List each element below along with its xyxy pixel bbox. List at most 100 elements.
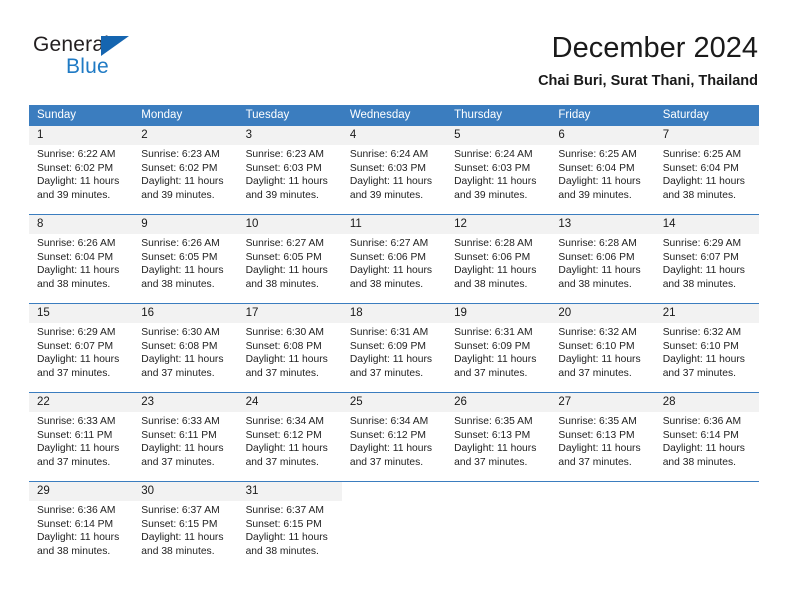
calendar-day-cell[interactable]: 13 Sunrise: 6:28 AM Sunset: 6:06 PM Dayl…: [550, 215, 655, 303]
day-number-band: 28: [654, 393, 759, 412]
calendar-day-cell[interactable]: 29 Sunrise: 6:36 AM Sunset: 6:14 PM Dayl…: [29, 482, 134, 570]
day-number: 19: [454, 307, 467, 319]
day-number: 30: [141, 485, 155, 497]
day-number-band: 13: [550, 215, 655, 234]
calendar-day-cell[interactable]: 1 Sunrise: 6:22 AM Sunset: 6:02 PM Dayli…: [29, 126, 134, 214]
calendar-day-cell[interactable]: 8 Sunrise: 6:26 AM Sunset: 6:04 PM Dayli…: [29, 215, 134, 303]
calendar-day-cell[interactable]: 3 Sunrise: 6:23 AM Sunset: 6:03 PM Dayli…: [237, 126, 342, 214]
day-info: Sunrise: 6:34 AM Sunset: 6:12 PM Dayligh…: [238, 412, 342, 469]
calendar-day-cell[interactable]: 18 Sunrise: 6:31 AM Sunset: 6:09 PM Dayl…: [341, 304, 447, 392]
calendar-day-cell[interactable]: 24 Sunrise: 6:34 AM Sunset: 6:12 PM Dayl…: [237, 393, 342, 481]
daylight-text-line2: and 37 minutes.: [141, 456, 215, 468]
general-blue-logo[interactable]: General Blue: [33, 33, 213, 85]
page-subtitle: Chai Buri, Surat Thani, Thailand: [538, 73, 758, 89]
day-info: Sunrise: 6:25 AM Sunset: 6:04 PM Dayligh…: [655, 145, 759, 202]
calendar-day-cell[interactable]: 19 Sunrise: 6:31 AM Sunset: 6:09 PM Dayl…: [446, 304, 551, 392]
calendar-week-row: 29 Sunrise: 6:36 AM Sunset: 6:14 PM Dayl…: [29, 481, 759, 570]
calendar-day-cell[interactable]: 2 Sunrise: 6:23 AM Sunset: 6:02 PM Dayli…: [133, 126, 238, 214]
calendar-day-cell[interactable]: 7 Sunrise: 6:25 AM Sunset: 6:04 PM Dayli…: [654, 126, 759, 214]
calendar-day-cell[interactable]: 23 Sunrise: 6:33 AM Sunset: 6:11 PM Dayl…: [133, 393, 238, 481]
title-block: December 2024 Chai Buri, Surat Thani, Th…: [538, 30, 758, 90]
calendar-day-cell[interactable]: 28 Sunrise: 6:36 AM Sunset: 6:14 PM Dayl…: [654, 393, 759, 481]
day-number-band: 16: [133, 304, 238, 323]
day-info: Sunrise: 6:36 AM Sunset: 6:14 PM Dayligh…: [29, 501, 133, 558]
day-info: Sunrise: 6:27 AM Sunset: 6:06 PM Dayligh…: [342, 234, 446, 291]
day-number-band: 18: [341, 304, 447, 323]
calendar-day-cell[interactable]: 14 Sunrise: 6:29 AM Sunset: 6:07 PM Dayl…: [654, 215, 759, 303]
day-info: Sunrise: 6:37 AM Sunset: 6:15 PM Dayligh…: [238, 501, 342, 558]
daylight-text-line1: Daylight: 11 hours: [454, 176, 537, 188]
daylight-text-line2: and 39 minutes.: [37, 189, 111, 201]
calendar-day-cell[interactable]: 4 Sunrise: 6:24 AM Sunset: 6:03 PM Dayli…: [341, 126, 447, 214]
day-number-band: 1: [29, 126, 134, 145]
calendar-day-cell[interactable]: 6 Sunrise: 6:25 AM Sunset: 6:04 PM Dayli…: [550, 126, 655, 214]
daylight-text-line1: Daylight: 11 hours: [245, 532, 328, 544]
daylight-text-line2: and 39 minutes.: [454, 189, 528, 201]
calendar-day-cell[interactable]: 31 Sunrise: 6:37 AM Sunset: 6:15 PM Dayl…: [237, 482, 342, 570]
day-number: 27: [558, 396, 572, 408]
sunset-text: Sunset: 6:03 PM: [245, 162, 322, 174]
daylight-text-line2: and 38 minutes.: [37, 278, 111, 290]
day-number-band: 10: [237, 215, 342, 234]
daylight-text-line2: and 38 minutes.: [245, 545, 319, 557]
calendar-day-cell[interactable]: 10 Sunrise: 6:27 AM Sunset: 6:05 PM Dayl…: [237, 215, 342, 303]
daylight-text-line2: and 39 minutes.: [558, 189, 632, 201]
day-info: Sunrise: 6:30 AM Sunset: 6:08 PM Dayligh…: [133, 323, 237, 380]
calendar-day-cell[interactable]: 15 Sunrise: 6:29 AM Sunset: 6:07 PM Dayl…: [29, 304, 134, 392]
calendar-day-cell[interactable]: 20 Sunrise: 6:32 AM Sunset: 6:10 PM Dayl…: [550, 304, 655, 392]
calendar-day-cell[interactable]: 27 Sunrise: 6:35 AM Sunset: 6:13 PM Dayl…: [550, 393, 655, 481]
daylight-text-line1: Daylight: 11 hours: [245, 354, 328, 366]
sunrise-text: Sunrise: 6:37 AM: [245, 505, 324, 516]
daylight-text-line1: Daylight: 11 hours: [37, 532, 120, 544]
daylight-text-line1: Daylight: 11 hours: [349, 176, 433, 188]
calendar-day-cell[interactable]: 26 Sunrise: 6:35 AM Sunset: 6:13 PM Dayl…: [446, 393, 551, 481]
calendar-day-cell[interactable]: 30 Sunrise: 6:37 AM Sunset: 6:15 PM Dayl…: [133, 482, 238, 570]
calendar-day-cell[interactable]: 16 Sunrise: 6:30 AM Sunset: 6:08 PM Dayl…: [133, 304, 238, 392]
daylight-text-line2: and 38 minutes.: [349, 278, 424, 290]
sunrise-text: Sunrise: 6:34 AM: [349, 416, 429, 427]
calendar-day-cell[interactable]: 9 Sunrise: 6:26 AM Sunset: 6:05 PM Dayli…: [133, 215, 238, 303]
day-info: Sunrise: 6:28 AM Sunset: 6:06 PM Dayligh…: [550, 234, 654, 291]
sunset-text: Sunset: 6:05 PM: [245, 251, 322, 263]
day-info: Sunrise: 6:32 AM Sunset: 6:10 PM Dayligh…: [655, 323, 759, 380]
day-number-band: 3: [237, 126, 342, 145]
sunrise-text: Sunrise: 6:24 AM: [454, 149, 533, 160]
daylight-text-line1: Daylight: 11 hours: [37, 443, 120, 455]
daylight-text-line1: Daylight: 11 hours: [37, 265, 120, 277]
daylight-text-line1: Daylight: 11 hours: [558, 354, 641, 366]
day-info: Sunrise: 6:37 AM Sunset: 6:15 PM Dayligh…: [133, 501, 237, 558]
day-number: 24: [245, 396, 259, 408]
sunset-text: Sunset: 6:15 PM: [141, 518, 218, 530]
sunset-text: Sunset: 6:07 PM: [662, 251, 739, 263]
day-number-band: 25: [341, 393, 447, 412]
sunset-text: Sunset: 6:13 PM: [558, 429, 635, 441]
calendar-day-cell[interactable]: 17 Sunrise: 6:30 AM Sunset: 6:08 PM Dayl…: [237, 304, 342, 392]
day-number-band: 20: [550, 304, 655, 323]
daylight-text-line2: and 37 minutes.: [349, 456, 424, 468]
daylight-text-line1: Daylight: 11 hours: [662, 443, 745, 455]
daylight-text-line2: and 38 minutes.: [37, 545, 111, 557]
sunset-text: Sunset: 6:10 PM: [558, 340, 635, 352]
day-number: 18: [349, 307, 363, 319]
sunrise-text: Sunrise: 6:27 AM: [349, 238, 429, 249]
day-number-band: 7: [654, 126, 759, 145]
day-info: Sunrise: 6:24 AM Sunset: 6:03 PM Dayligh…: [342, 145, 446, 202]
sunset-text: Sunset: 6:11 PM: [37, 429, 113, 441]
day-number: 6: [558, 129, 565, 141]
day-number: 28: [662, 396, 676, 408]
calendar-day-cell[interactable]: 25 Sunrise: 6:34 AM Sunset: 6:12 PM Dayl…: [341, 393, 447, 481]
calendar-week-row: 22 Sunrise: 6:33 AM Sunset: 6:11 PM Dayl…: [29, 392, 759, 481]
sunset-text: Sunset: 6:03 PM: [349, 162, 426, 174]
daylight-text-line2: and 37 minutes.: [37, 456, 111, 468]
calendar-day-cell[interactable]: 11 Sunrise: 6:27 AM Sunset: 6:06 PM Dayl…: [341, 215, 447, 303]
day-number: 29: [37, 485, 50, 497]
day-number-band: 4: [341, 126, 447, 145]
calendar-day-cell[interactable]: 5 Sunrise: 6:24 AM Sunset: 6:03 PM Dayli…: [446, 126, 551, 214]
sunset-text: Sunset: 6:06 PM: [558, 251, 635, 263]
calendar-day-cell[interactable]: 22 Sunrise: 6:33 AM Sunset: 6:11 PM Dayl…: [29, 393, 134, 481]
sunrise-text: Sunrise: 6:37 AM: [141, 505, 220, 516]
calendar-day-cell[interactable]: 12 Sunrise: 6:28 AM Sunset: 6:06 PM Dayl…: [446, 215, 551, 303]
weekday-header-sunday: Sunday: [37, 109, 77, 121]
calendar-day-cell[interactable]: 21 Sunrise: 6:32 AM Sunset: 6:10 PM Dayl…: [654, 304, 759, 392]
calendar-page: General Blue December 2024 Chai Buri, Su…: [0, 0, 792, 612]
